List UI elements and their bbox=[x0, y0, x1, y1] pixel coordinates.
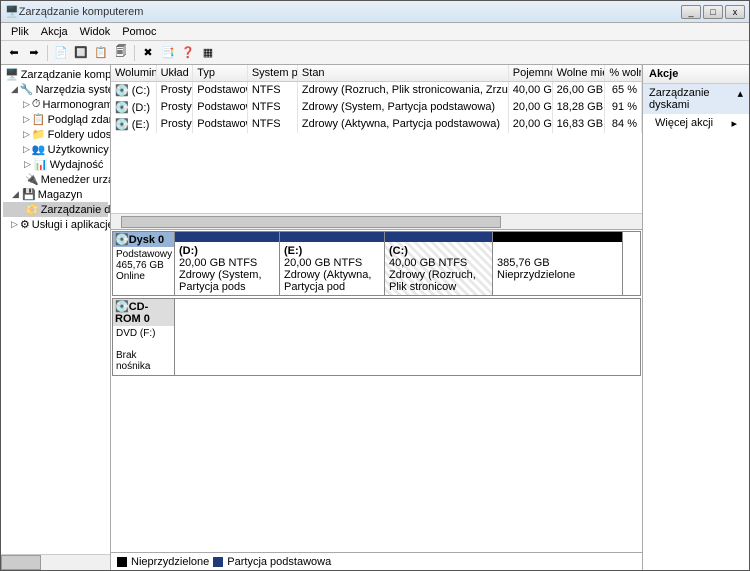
tree-group-tools[interactable]: ◢🔧 Narzędzia systemowe bbox=[3, 82, 108, 97]
tree-item[interactable]: ▷📁 Foldery udostępnione bbox=[3, 127, 108, 142]
disk-row[interactable]: 💽CD-ROM 0DVD (F:)Brak nośnika bbox=[112, 298, 641, 376]
menu-action[interactable]: Akcja bbox=[35, 26, 74, 38]
toolbar: ⬅ ➡ 📄 🔲 📋 🗐 ✖ 📑 ❓ ▦ bbox=[1, 41, 749, 65]
maximize-button[interactable]: □ bbox=[703, 5, 723, 19]
tree-group-storage[interactable]: ◢💾 Magazyn bbox=[3, 187, 108, 202]
chevron-right-icon: ▸ bbox=[731, 117, 737, 130]
actions-more[interactable]: Więcej akcji▸ bbox=[643, 114, 749, 133]
tree-item[interactable]: 🔌 Menedżer urządzeń bbox=[3, 172, 108, 187]
col-pct[interactable]: % wolne bbox=[605, 65, 642, 81]
partition[interactable]: (E:)20,00 GB NTFSZdrowy (Aktywna, Partyc… bbox=[280, 232, 385, 295]
col-volume[interactable]: Wolumin bbox=[111, 65, 157, 81]
legend-label: Partycja podstawowa bbox=[227, 556, 331, 568]
tree-item[interactable]: ▷📊 Wydajność bbox=[3, 157, 108, 172]
grid-body[interactable]: 💽 (C:)ProstyPodstawowyNTFSZdrowy (Rozruc… bbox=[111, 82, 642, 213]
col-capacity[interactable]: Pojemność bbox=[509, 65, 553, 81]
actions-header: Akcje bbox=[643, 65, 749, 84]
tree-item[interactable]: ▷⏱ Harmonogram zadań bbox=[3, 97, 108, 112]
grid-hscroll[interactable] bbox=[111, 213, 642, 229]
delete-button[interactable]: ✖ bbox=[139, 44, 157, 62]
legend-label: Nieprzydzielone bbox=[131, 556, 209, 568]
partition[interactable]: (C:)40,00 GB NTFSZdrowy (Rozruch, Plik s… bbox=[385, 232, 493, 295]
tree-group-services[interactable]: ▷⚙ Usługi i aplikacje bbox=[3, 217, 108, 232]
up-button[interactable]: 📄 bbox=[52, 44, 70, 62]
col-type[interactable]: Typ bbox=[193, 65, 248, 81]
menu-view[interactable]: Widok bbox=[74, 26, 117, 38]
list-button[interactable]: ▦ bbox=[199, 44, 217, 62]
legend: Nieprzydzielone Partycja podstawowa bbox=[111, 552, 642, 570]
tree-item-disk-mgmt[interactable]: 📀 Zarządzanie dyskami bbox=[3, 202, 108, 217]
grid-row[interactable]: 💽 (E:)ProstyPodstawowyNTFSZdrowy (Aktywn… bbox=[111, 116, 642, 133]
disk-info: 💽CD-ROM 0DVD (F:)Brak nośnika bbox=[113, 299, 175, 375]
refresh-button[interactable]: 🗐 bbox=[112, 44, 130, 62]
col-status[interactable]: Stan bbox=[298, 65, 509, 81]
back-button[interactable]: ⬅ bbox=[5, 44, 23, 62]
actions-group[interactable]: Zarządzanie dyskami▴ bbox=[643, 84, 749, 114]
tree-root[interactable]: 🖥️ Zarządzanie komputerem (lok bbox=[3, 67, 108, 82]
help-button[interactable]: ❓ bbox=[179, 44, 197, 62]
actions-pane: Akcje Zarządzanie dyskami▴ Więcej akcji▸ bbox=[643, 65, 749, 570]
forward-button[interactable]: ➡ bbox=[25, 44, 43, 62]
minimize-button[interactable]: _ bbox=[681, 5, 701, 19]
navigation-tree[interactable]: 🖥️ Zarządzanie komputerem (lok ◢🔧 Narzęd… bbox=[1, 65, 111, 570]
col-fs[interactable]: System plików bbox=[248, 65, 298, 81]
partition[interactable]: (D:)20,00 GB NTFSZdrowy (System, Partycj… bbox=[175, 232, 280, 295]
grid-row[interactable]: 💽 (D:)ProstyPodstawowyNTFSZdrowy (System… bbox=[111, 99, 642, 116]
show-hide-button[interactable]: 🔲 bbox=[72, 44, 90, 62]
collapse-icon: ▴ bbox=[737, 87, 743, 111]
window-title: Zarządzanie komputerem bbox=[19, 6, 681, 18]
legend-swatch-primary bbox=[213, 557, 223, 567]
settings-button[interactable]: 📑 bbox=[159, 44, 177, 62]
grid-header[interactable]: Wolumin Układ Typ System plików Stan Poj… bbox=[111, 65, 642, 82]
volume-grid: Wolumin Układ Typ System plików Stan Poj… bbox=[111, 65, 642, 230]
tree-hscroll[interactable] bbox=[1, 554, 110, 570]
menu-help[interactable]: Pomoc bbox=[116, 26, 162, 38]
app-icon: 🖥️ bbox=[5, 5, 19, 18]
main-area: 🖥️ Zarządzanie komputerem (lok ◢🔧 Narzęd… bbox=[1, 65, 749, 570]
col-free[interactable]: Wolne miejsce bbox=[553, 65, 606, 81]
close-button[interactable]: x bbox=[725, 5, 745, 19]
disk-row[interactable]: 💽Dysk 0Podstawowy465,76 GBOnline(D:)20,0… bbox=[112, 231, 641, 296]
tree-item[interactable]: ▷👥 Użytkownicy i grupy lok bbox=[3, 142, 108, 157]
title-bar: 🖥️ Zarządzanie komputerem _ □ x bbox=[1, 1, 749, 23]
col-layout[interactable]: Układ bbox=[157, 65, 194, 81]
disk-map: 💽Dysk 0Podstawowy465,76 GBOnline(D:)20,0… bbox=[111, 230, 642, 552]
legend-swatch-unalloc bbox=[117, 557, 127, 567]
disk-info: 💽Dysk 0Podstawowy465,76 GBOnline bbox=[113, 232, 175, 295]
partition[interactable]: 385,76 GBNieprzydzielone bbox=[493, 232, 623, 295]
menu-bar: Plik Akcja Widok Pomoc bbox=[1, 23, 749, 41]
grid-row[interactable]: 💽 (C:)ProstyPodstawowyNTFSZdrowy (Rozruc… bbox=[111, 82, 642, 99]
properties-button[interactable]: 📋 bbox=[92, 44, 110, 62]
window-buttons: _ □ x bbox=[681, 5, 745, 19]
center-pane: Wolumin Układ Typ System plików Stan Poj… bbox=[111, 65, 643, 570]
tree-item[interactable]: ▷📋 Podgląd zdarzeń bbox=[3, 112, 108, 127]
menu-file[interactable]: Plik bbox=[5, 26, 35, 38]
